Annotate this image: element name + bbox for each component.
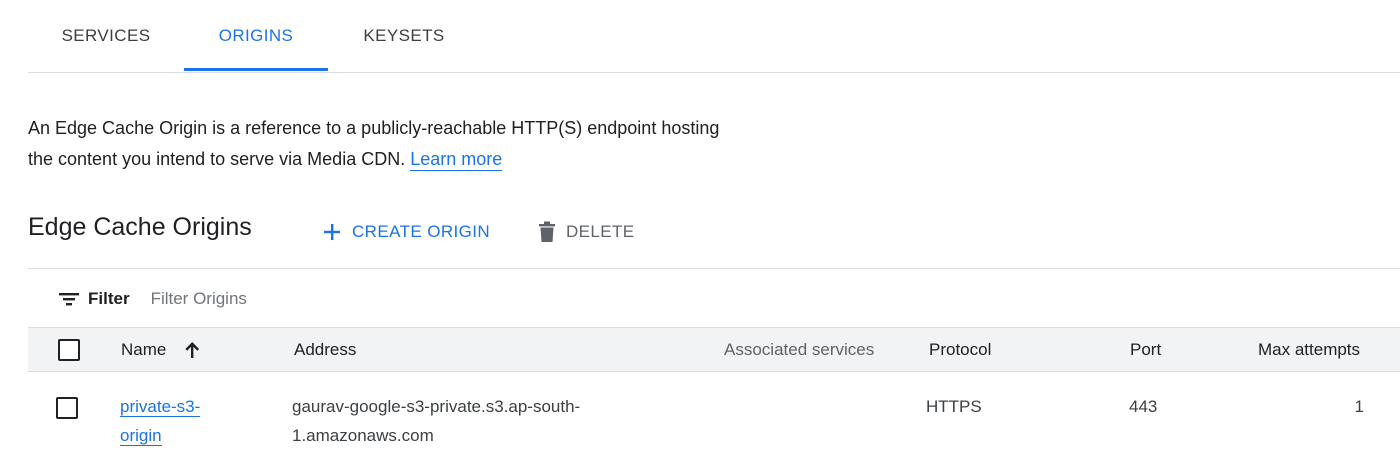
tab-services[interactable]: SERVICES [28, 0, 184, 71]
filter-icon[interactable] [58, 290, 80, 308]
max-attempts-cell: 1 [1354, 397, 1364, 416]
column-name-label: Name [121, 339, 167, 359]
filter-bar: Filter [58, 286, 453, 312]
row-checkbox[interactable] [56, 397, 78, 419]
description-line-2-text: the content you intend to serve via Medi… [28, 149, 406, 169]
port-cell: 443 [1129, 397, 1158, 416]
column-header-port[interactable]: Port [1130, 328, 1161, 371]
plus-icon [324, 224, 340, 240]
create-origin-label: CREATE ORIGIN [352, 222, 491, 241]
page-description: An Edge Cache Origin is a reference to a… [28, 113, 788, 175]
column-header-protocol[interactable]: Protocol [929, 328, 991, 371]
tab-origins[interactable]: ORIGINS [184, 0, 328, 71]
origin-name-cell: private-s3- origin [120, 392, 201, 450]
learn-more-link[interactable]: Learn more [410, 149, 503, 171]
origin-name-link-line-2[interactable]: origin [120, 426, 162, 446]
tab-keysets[interactable]: KEYSETS [328, 0, 480, 71]
tab-services-label: SERVICES [61, 25, 151, 45]
divider [28, 268, 1400, 269]
column-header-max-attempts[interactable]: Max attempts [1258, 328, 1360, 371]
tab-origins-label: ORIGINS [218, 25, 294, 45]
section-title: Edge Cache Origins [28, 213, 252, 241]
column-header-associated-services: Associated services [724, 339, 875, 359]
origin-name-link-line-1[interactable]: private-s3- [120, 397, 201, 417]
description-line-1: An Edge Cache Origin is a reference to a… [28, 118, 720, 138]
table-header: Name Address Associated services Protoco… [28, 327, 1400, 372]
filter-label: Filter [88, 289, 130, 308]
address-line-1: gaurav-google-s3-private.s3.ap-south- [292, 397, 581, 416]
select-all-checkbox[interactable] [58, 339, 80, 361]
origin-address-cell: gaurav-google-s3-private.s3.ap-south- 1.… [292, 392, 580, 450]
arrow-up-icon [185, 341, 200, 358]
column-header-name[interactable]: Name [121, 328, 202, 371]
tab-bar: SERVICES ORIGINS KEYSETS [28, 0, 1400, 73]
column-header-address[interactable]: Address [294, 328, 356, 371]
create-origin-button[interactable]: CREATE ORIGIN [322, 218, 490, 246]
description-line-2: the content you intend to serve via Medi… [28, 144, 788, 175]
filter-input[interactable] [148, 288, 453, 310]
trash-icon [539, 221, 555, 242]
protocol-cell: HTTPS [926, 397, 982, 416]
delete-label: DELETE [566, 222, 635, 241]
delete-button[interactable]: DELETE [538, 218, 635, 246]
table-row: private-s3- origin gaurav-google-s3-priv… [28, 371, 1400, 455]
address-line-2: 1.amazonaws.com [292, 426, 434, 445]
tab-keysets-label: KEYSETS [363, 25, 445, 45]
